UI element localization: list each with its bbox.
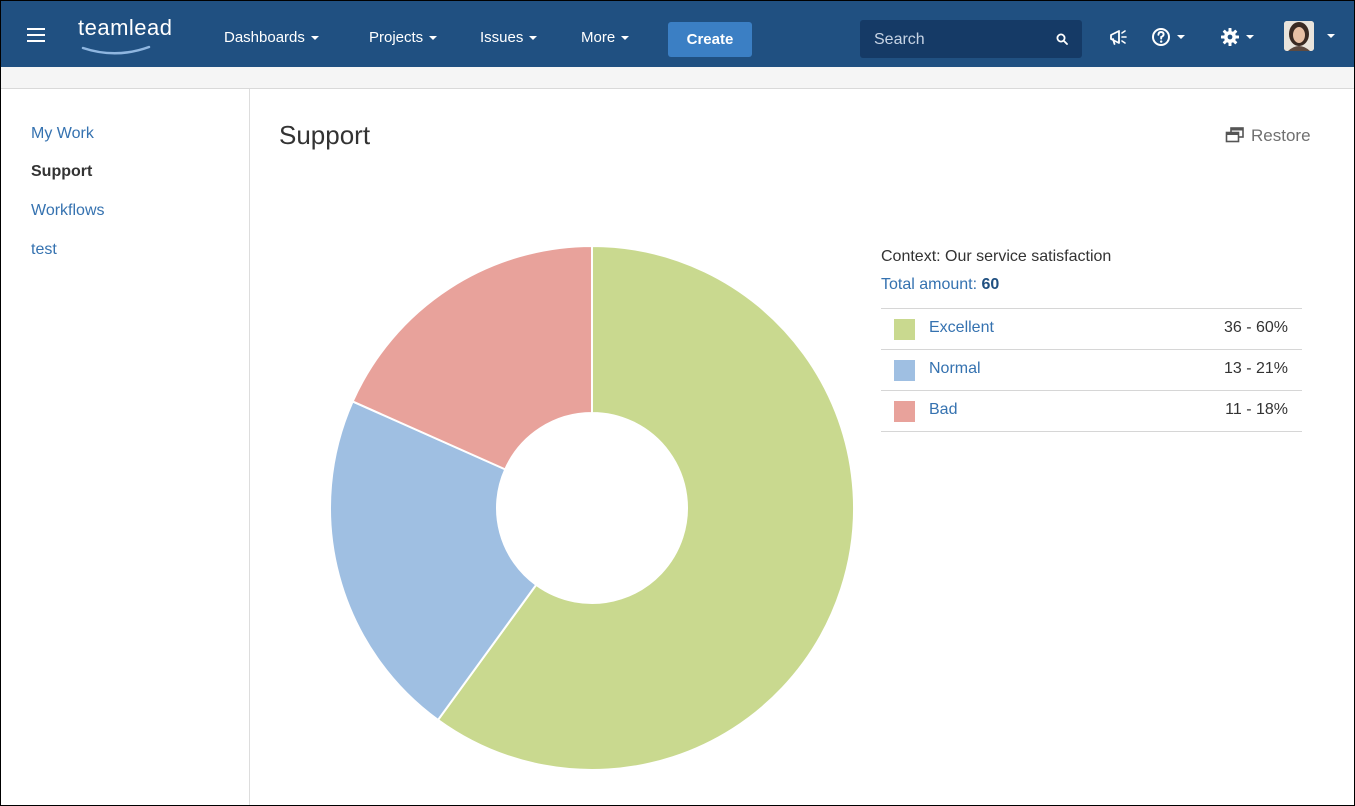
search-box[interactable]	[860, 20, 1082, 58]
announcement-megaphone-icon[interactable]	[1109, 28, 1129, 46]
sidebar-item-workflows[interactable]: Workflows	[31, 202, 105, 220]
sidebar-item-test[interactable]: test	[31, 241, 57, 259]
total-value: 60	[981, 276, 1000, 293]
donut-chart	[329, 245, 855, 771]
sidebar-item-my-work[interactable]: My Work	[31, 125, 94, 143]
sub-header-strip	[1, 67, 1354, 89]
help-icon	[1152, 28, 1170, 46]
nav-dashboards-label: Dashboards	[224, 29, 305, 46]
total-label: Total amount:	[881, 276, 978, 293]
legend-item-link[interactable]: Bad	[929, 401, 957, 419]
app-window: teamlead Dashboards Projects Issues More…	[0, 0, 1355, 806]
search-input[interactable]	[872, 29, 1046, 51]
legend-item-link[interactable]: Excellent	[929, 319, 994, 337]
legend-value: 11 - 18%	[1225, 401, 1288, 418]
chevron-down-icon	[310, 36, 319, 41]
sidebar-item-support[interactable]: Support	[31, 163, 92, 181]
chart-legend: Context: Our service satisfaction Total …	[881, 248, 1302, 432]
teamlead-logo[interactable]: teamlead	[78, 15, 173, 41]
nav-issues-label: Issues	[480, 29, 524, 46]
restore-label: Restore	[1251, 126, 1311, 145]
top-navigation-bar: teamlead Dashboards Projects Issues More…	[1, 1, 1354, 67]
legend-row-normal: Normal 13 - 21%	[881, 350, 1302, 391]
legend-swatch	[894, 360, 915, 381]
legend-row-bad: Bad 11 - 18%	[881, 391, 1302, 432]
legend-item-link[interactable]: Normal	[929, 360, 981, 378]
nav-dashboards[interactable]: Dashboards	[224, 29, 319, 46]
create-button[interactable]: Create	[668, 22, 752, 57]
page-title: Support	[279, 120, 371, 150]
nav-projects-label: Projects	[369, 29, 424, 46]
settings-menu[interactable]	[1220, 27, 1254, 47]
gear-icon	[1221, 28, 1239, 46]
logo-swoosh-icon	[81, 45, 151, 55]
legend-value: 36 - 60%	[1223, 319, 1288, 336]
chevron-down-icon[interactable]	[1327, 34, 1335, 38]
legend-table: Excellent 36 - 60% Normal 13 - 21% Bad 11 - 1…	[881, 308, 1302, 432]
chevron-down-icon	[1246, 35, 1254, 39]
chart-context-label: Context: Our service satisfaction	[881, 248, 1112, 265]
restore-button[interactable]: Restore	[1225, 126, 1311, 146]
menu-icon[interactable]	[27, 28, 45, 42]
user-photo-icon	[1284, 21, 1314, 51]
sidebar: My Work Support Workflows test	[1, 89, 250, 805]
search-icon[interactable]	[1056, 33, 1068, 45]
legend-swatch	[894, 319, 915, 340]
legend-value: 13 - 21%	[1223, 360, 1288, 377]
restore-window-icon	[1225, 127, 1244, 143]
nav-projects[interactable]: Projects	[369, 29, 438, 46]
chart-total: Total amount: 60	[881, 276, 1302, 294]
legend-swatch	[894, 401, 915, 422]
help-menu[interactable]	[1151, 27, 1185, 47]
nav-more[interactable]: More	[581, 29, 630, 46]
nav-issues[interactable]: Issues	[480, 29, 538, 46]
chevron-down-icon	[621, 36, 630, 41]
legend-row-excellent: Excellent 36 - 60%	[881, 309, 1302, 350]
chevron-down-icon	[529, 36, 538, 41]
chevron-down-icon	[429, 36, 438, 41]
user-avatar[interactable]	[1284, 21, 1314, 51]
nav-more-label: More	[581, 29, 616, 46]
chevron-down-icon	[1177, 35, 1185, 39]
